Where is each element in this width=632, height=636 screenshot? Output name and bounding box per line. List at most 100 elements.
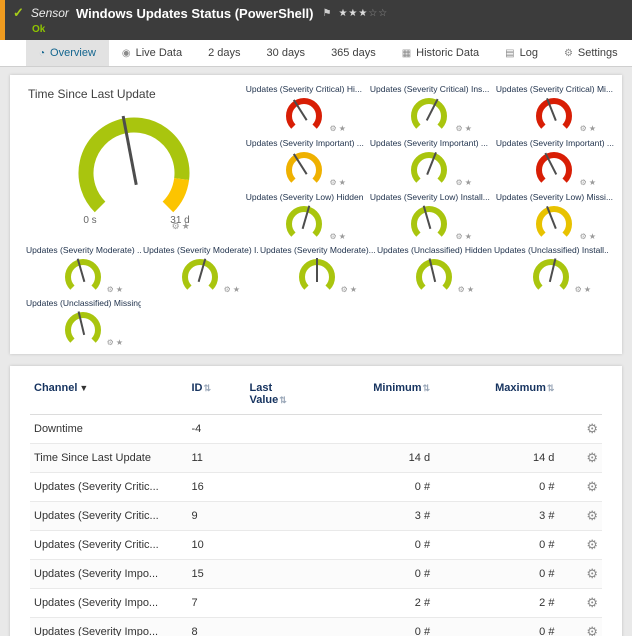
column-header-minimum[interactable]: Minimum⇅ xyxy=(310,372,434,415)
tab-log[interactable]: ▤Log xyxy=(492,40,551,66)
gauge-settings-icon[interactable]: ⚙ xyxy=(580,124,589,133)
gauge-pin-icon[interactable]: ★ xyxy=(182,221,192,231)
table-row: Updates (Severity Impo... 15 0 # 0 # ⚙ xyxy=(30,560,602,589)
channel-gauge-label: Updates (Unclassified) Missing xyxy=(24,298,141,308)
channel-settings-icon[interactable]: ⚙ xyxy=(586,421,598,436)
column-header-channel[interactable]: Channel▼ xyxy=(30,372,188,415)
gauge-row-3: Updates (Unclassified) Missing ⚙★ xyxy=(16,295,616,348)
channel-table: Channel▼ ID⇅ Last Value⇅ Minimum⇅ Maximu… xyxy=(30,372,602,636)
channel-name[interactable]: Updates (Severity Critic... xyxy=(30,502,188,531)
gauge-dial xyxy=(53,308,113,348)
channel-name[interactable]: Updates (Severity Critic... xyxy=(30,531,188,560)
channel-gauge: Updates (Severity Moderate) I... ⚙★ xyxy=(141,244,258,295)
gauge-settings-icon[interactable]: ⚙ xyxy=(224,285,233,294)
channel-gauge: Updates (Severity Critical) Ins... ⚙★ xyxy=(368,83,490,134)
gauge-settings-icon[interactable]: ⚙ xyxy=(107,285,116,294)
gauge-settings-icon[interactable]: ⚙ xyxy=(575,285,584,294)
priority-stars[interactable]: ★★★☆☆ xyxy=(338,8,388,19)
channel-minimum xyxy=(310,415,434,444)
gauge-pin-icon[interactable]: ★ xyxy=(465,178,474,187)
gauge-settings-icon[interactable]: ⚙ xyxy=(580,232,589,241)
channel-id: 8 xyxy=(188,618,246,636)
channel-settings-icon[interactable]: ⚙ xyxy=(586,624,598,636)
gauge-pin-icon[interactable]: ★ xyxy=(116,285,125,294)
channel-gauge: Updates (Severity Critical) Hi... ⚙★ xyxy=(244,83,364,134)
gauge-settings-icon[interactable]: ⚙ xyxy=(330,124,339,133)
gauge-pin-icon[interactable]: ★ xyxy=(584,285,593,294)
gauge-pin-icon[interactable]: ★ xyxy=(589,124,598,133)
channel-settings-icon[interactable]: ⚙ xyxy=(586,479,598,494)
channel-id: -4 xyxy=(188,415,246,444)
gauge-pin-icon[interactable]: ★ xyxy=(116,338,125,347)
gauge-settings-icon[interactable]: ⚙ xyxy=(330,178,339,187)
gauge-dial xyxy=(287,255,347,295)
gauge-pin-icon[interactable]: ★ xyxy=(339,232,348,241)
column-header-last-value[interactable]: Last Value⇅ xyxy=(246,372,310,415)
gauge-pin-icon[interactable]: ★ xyxy=(589,232,598,241)
gauge-pin-icon[interactable]: ★ xyxy=(465,124,474,133)
sort-icon: ⇅ xyxy=(279,395,287,405)
tab-365-days[interactable]: 365 days xyxy=(318,40,389,66)
tab-historic-data[interactable]: ▦Historic Data xyxy=(389,40,492,66)
column-header-maximum[interactable]: Maximum⇅ xyxy=(434,372,558,415)
gauge-pin-icon[interactable]: ★ xyxy=(589,178,598,187)
channel-settings-icon[interactable]: ⚙ xyxy=(586,595,598,610)
gauge-settings-icon[interactable]: ⚙ xyxy=(341,285,350,294)
table-row: Updates (Severity Impo... 8 0 # 0 # ⚙ xyxy=(30,618,602,636)
gauge-settings-icon[interactable]: ⚙ xyxy=(456,124,465,133)
sensor-title: Windows Updates Status (PowerShell) xyxy=(76,6,314,21)
gauge-pin-icon[interactable]: ★ xyxy=(339,178,348,187)
gauge-settings-icon[interactable]: ⚙ xyxy=(458,285,467,294)
tab-live-data[interactable]: ◉Live Data xyxy=(109,40,195,66)
gauge-pin-icon[interactable]: ★ xyxy=(233,285,242,294)
channel-settings-icon[interactable]: ⚙ xyxy=(586,450,598,465)
gauge-settings-icon[interactable]: ⚙ xyxy=(456,232,465,241)
channel-last-value xyxy=(246,444,310,473)
column-header-id[interactable]: ID⇅ xyxy=(188,372,246,415)
channel-gauge-label: Updates (Severity Moderate)... xyxy=(258,245,375,255)
gauge-settings-icon[interactable]: ⚙ xyxy=(330,232,339,241)
channel-settings-icon[interactable]: ⚙ xyxy=(586,566,598,581)
channel-minimum: 2 # xyxy=(310,589,434,618)
sensor-header: ✓ Sensor Windows Updates Status (PowerSh… xyxy=(0,0,632,40)
gauge-dial xyxy=(274,94,334,134)
overview-icon: ◔ xyxy=(39,48,45,59)
channel-maximum xyxy=(434,415,558,444)
flag-icon[interactable]: ⚑ xyxy=(322,8,331,19)
channel-name[interactable]: Time Since Last Update xyxy=(30,444,188,473)
channel-settings-icon[interactable]: ⚙ xyxy=(586,508,598,523)
gauge-settings-icon[interactable]: ⚙ xyxy=(172,221,182,231)
tab-label: Historic Data xyxy=(416,47,479,59)
channel-name[interactable]: Updates (Severity Impo... xyxy=(30,618,188,636)
tab-settings[interactable]: ⚙Settings xyxy=(551,40,631,66)
sort-icon: ⇅ xyxy=(547,383,555,393)
gauge-dial: 0 s 31 d xyxy=(39,101,229,229)
tab-30-days[interactable]: 30 days xyxy=(254,40,319,66)
channel-name[interactable]: Downtime xyxy=(30,415,188,444)
gauge-pin-icon[interactable]: ★ xyxy=(465,232,474,241)
gauge-dial xyxy=(170,255,230,295)
main-gauge-icons: ⚙★ xyxy=(172,221,192,232)
channel-settings-icon[interactable]: ⚙ xyxy=(586,537,598,552)
gauge-settings-icon[interactable]: ⚙ xyxy=(580,178,589,187)
gauge-settings-icon[interactable]: ⚙ xyxy=(456,178,465,187)
gauge-settings-icon[interactable]: ⚙ xyxy=(107,338,116,347)
gauge-pin-icon[interactable]: ★ xyxy=(350,285,359,294)
gauge-pin-icon[interactable]: ★ xyxy=(339,124,348,133)
channel-id: 9 xyxy=(188,502,246,531)
channel-name[interactable]: Updates (Severity Impo... xyxy=(30,560,188,589)
tab-2-days[interactable]: 2 days xyxy=(195,40,253,66)
channel-gauge: Updates (Unclassified) Hidden ⚙★ xyxy=(375,244,492,295)
tab-label: 30 days xyxy=(267,47,306,59)
main-gauge-block: Time Since Last Update 0 s 31 d ⚙★ xyxy=(16,83,244,242)
live-icon: ◉ xyxy=(122,48,131,59)
channel-gauge-label: Updates (Severity Critical) Ins... xyxy=(368,84,490,94)
sort-desc-icon: ▼ xyxy=(79,383,88,393)
channel-name[interactable]: Updates (Severity Critic... xyxy=(30,473,188,502)
sort-icon: ⇅ xyxy=(423,383,431,393)
gauge-pin-icon[interactable]: ★ xyxy=(467,285,476,294)
channel-gauge-label: Updates (Severity Moderate) I... xyxy=(141,245,258,255)
stars-filled: ★★★ xyxy=(338,8,368,19)
channel-name[interactable]: Updates (Severity Impo... xyxy=(30,589,188,618)
tab-overview[interactable]: ◔Overview xyxy=(26,40,109,66)
